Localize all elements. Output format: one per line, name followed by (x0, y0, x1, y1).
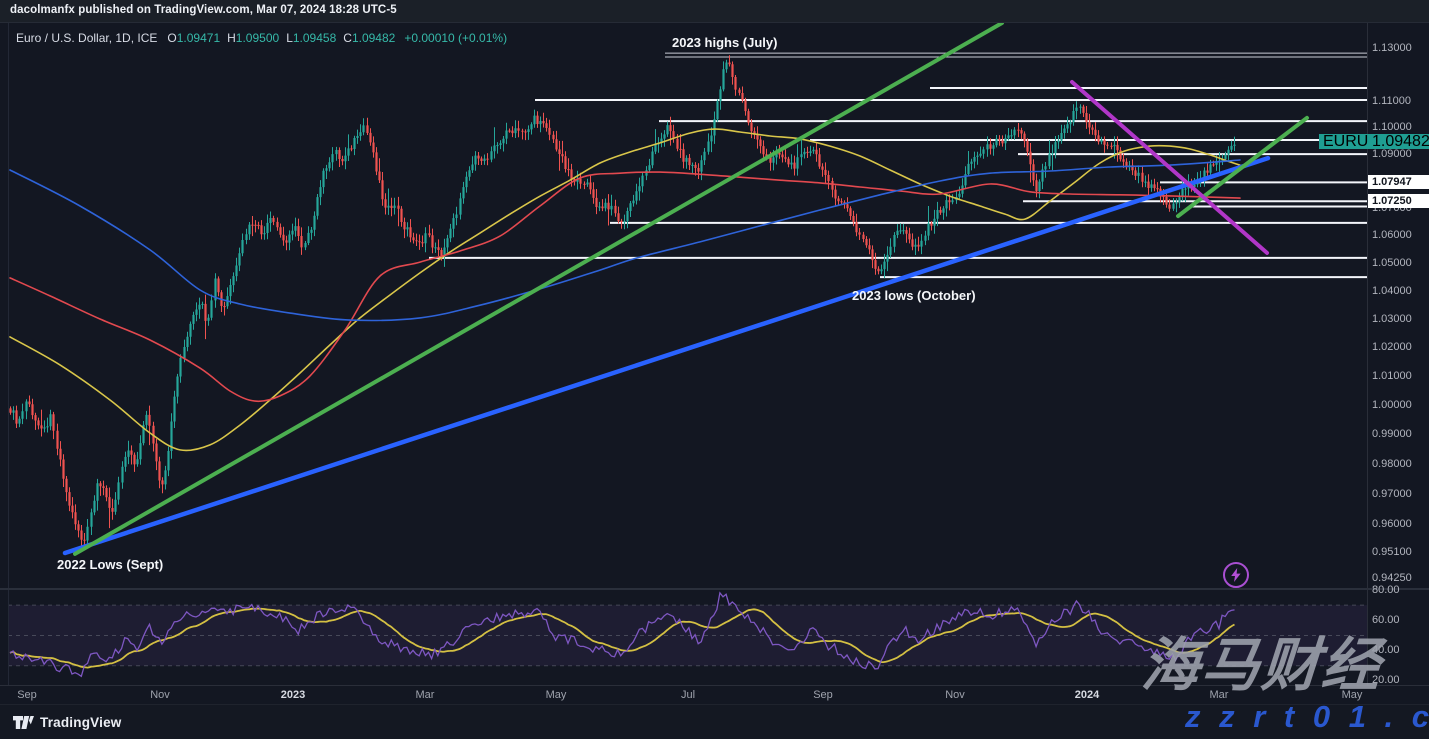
price-tick-1.04000: 1.04000 (1372, 284, 1412, 297)
candle-wicks-down (10, 55, 1214, 549)
price-axis-border (1367, 22, 1368, 685)
time-tick-Nov: Nov (150, 689, 170, 701)
watermark-chinese: 海马财经 (1139, 633, 1384, 698)
current-price-badge: 1.09482 (1368, 133, 1429, 149)
watermark-url: z z r t 0 1 . c n (1185, 699, 1429, 734)
time-tick-Sep: Sep (813, 689, 833, 701)
rsi-tick-80.00: 80.00 (1372, 583, 1400, 596)
annotation-2023-highs: 2023 highs (July) (672, 35, 778, 50)
symbol-title[interactable]: Euro / U.S. Dollar, 1D, ICE (16, 31, 157, 45)
tradingview-logo[interactable]: TradingView (13, 715, 121, 730)
time-tick-May: May (545, 689, 567, 701)
pane-left-border (8, 22, 9, 685)
time-tick-2024: 2024 (1074, 689, 1100, 701)
price-tick-1.01000: 1.01000 (1372, 369, 1412, 382)
ohlc-L: L1.09458 (286, 31, 337, 45)
price-tick-0.98000: 0.98000 (1372, 457, 1412, 470)
ohlc-O: O1.09471 (167, 31, 221, 45)
price-tick-1.10000: 1.10000 (1372, 120, 1412, 133)
price-tick-0.96000: 0.96000 (1372, 518, 1412, 531)
price-tick-1.00000: 1.00000 (1372, 399, 1412, 411)
tradingview-mark-icon (13, 715, 34, 729)
price-tick-1.02000: 1.02000 (1372, 341, 1412, 354)
tradingview-snapshot: dacolmanfx published on TradingView.com,… (0, 0, 1429, 739)
price-tick-0.95100: 0.95100 (1372, 545, 1412, 558)
price-tick-1.13000: 1.13000 (1372, 42, 1412, 55)
candle-bodies-down (9, 62, 1215, 541)
time-tick-2023: 2023 (280, 689, 306, 701)
ohlc-values: O1.09471 H1.09500 L1.09458 C1.09482 (167, 31, 402, 45)
ohlc-C: C1.09482 (343, 31, 396, 45)
time-tick-Jul: Jul (680, 689, 696, 701)
price-tick-0.94250: 0.94250 (1372, 571, 1412, 584)
time-tick-Mar: Mar (415, 689, 435, 701)
price-tick-0.99000: 0.99000 (1372, 428, 1412, 441)
publish-line: dacolmanfx published on TradingView.com,… (10, 4, 397, 16)
lightning-icon (1231, 568, 1241, 582)
time-tick-Nov: Nov (945, 689, 965, 701)
current-price-symbol-badge: EURUSD (1319, 133, 1391, 149)
ma-yellow (9, 128, 1241, 452)
change-value: +0.00010 (+0.01%) (404, 31, 508, 45)
level-badge-1: 1.07947 (1368, 175, 1429, 190)
symbol-legend[interactable]: Euro / U.S. Dollar, 1D, ICE O1.09471 H1.09… (16, 31, 507, 45)
flash-idea-button[interactable] (1223, 562, 1249, 588)
tradingview-brand-text: TradingView (40, 715, 122, 730)
ohlc-H: H1.09500 (227, 31, 280, 45)
price-tick-1.05000: 1.05000 (1372, 256, 1412, 269)
price-tick-1.11000: 1.11000 (1372, 94, 1411, 107)
candle-bodies-up (12, 62, 1236, 541)
annotation-2023-lows: 2023 lows (October) (852, 288, 976, 303)
time-tick-Sep: Sep (17, 689, 37, 701)
pane-separator[interactable] (0, 588, 1429, 590)
price-tick-1.06000: 1.06000 (1372, 229, 1412, 242)
price-tick-1.03000: 1.03000 (1372, 312, 1412, 325)
publish-header-bar: dacolmanfx published on TradingView.com,… (0, 0, 1429, 23)
level-badge-2: 1.07250 (1368, 194, 1429, 209)
annotation-2022-lows: 2022 Lows (Sept) (57, 557, 164, 572)
price-tick-0.97000: 0.97000 (1372, 487, 1412, 500)
candle-wicks-up (13, 59, 1235, 545)
